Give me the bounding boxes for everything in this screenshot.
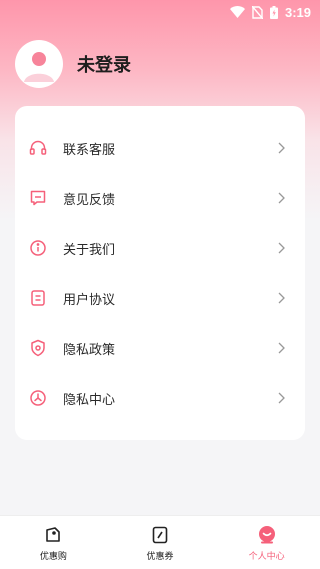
avatar[interactable] xyxy=(15,40,63,88)
menu-item-feedback[interactable]: 意见反馈 xyxy=(15,173,305,223)
headset-icon xyxy=(29,139,47,157)
tab-label: 个人中心 xyxy=(248,551,285,562)
menu-item-label: 隐私中心 xyxy=(63,392,116,408)
no-sim-icon xyxy=(251,5,263,19)
tab-label: 优惠购 xyxy=(39,551,67,562)
menu-item-user-agreement[interactable]: 用户协议 xyxy=(15,273,305,323)
bottom-tab-bar: 优惠购 优惠券 个人中心 xyxy=(0,515,320,569)
menu-item-label: 联系客服 xyxy=(63,142,116,158)
document-icon xyxy=(29,289,47,307)
tab-label: 优惠券 xyxy=(146,551,174,562)
menu-item-label: 用户协议 xyxy=(63,292,116,308)
menu-item-privacy-policy[interactable]: 隐私政策 xyxy=(15,323,305,373)
chevron-right-icon xyxy=(277,241,287,255)
menu-item-contact-service[interactable]: 联系客服 xyxy=(15,123,305,173)
feedback-icon xyxy=(29,189,47,207)
coupon-icon xyxy=(150,524,170,546)
username[interactable]: 未登录 xyxy=(77,51,131,77)
battery-icon xyxy=(269,5,278,19)
status-bar: 3:19 xyxy=(0,0,320,24)
menu-card: 联系客服 意见反馈 关于我们 用户协议 隐私政策 隐私中心 xyxy=(15,106,305,440)
tab-shop-deals[interactable]: 优惠购 xyxy=(0,516,107,569)
status-time: 3:19 xyxy=(284,4,311,20)
menu-item-label: 关于我们 xyxy=(63,242,116,258)
profile-icon xyxy=(257,524,277,546)
menu-item-about-us[interactable]: 关于我们 xyxy=(15,223,305,273)
shield-icon xyxy=(29,339,47,357)
menu-item-privacy-center[interactable]: 隐私中心 xyxy=(15,373,305,423)
menu-item-label: 意见反馈 xyxy=(63,192,116,208)
shopping-bag-icon xyxy=(43,524,63,546)
chevron-right-icon xyxy=(277,141,287,155)
tab-profile[interactable]: 个人中心 xyxy=(213,516,320,569)
tab-coupons[interactable]: 优惠券 xyxy=(107,516,214,569)
chevron-right-icon xyxy=(277,291,287,305)
menu-item-label: 隐私政策 xyxy=(63,342,116,358)
user-avatar-icon xyxy=(24,52,54,82)
chevron-right-icon xyxy=(277,341,287,355)
compass-icon xyxy=(29,389,47,407)
chevron-right-icon xyxy=(277,391,287,405)
wifi-icon xyxy=(229,6,245,18)
chevron-right-icon xyxy=(277,191,287,205)
info-icon xyxy=(29,239,47,257)
profile-header[interactable]: 未登录 xyxy=(15,40,131,88)
